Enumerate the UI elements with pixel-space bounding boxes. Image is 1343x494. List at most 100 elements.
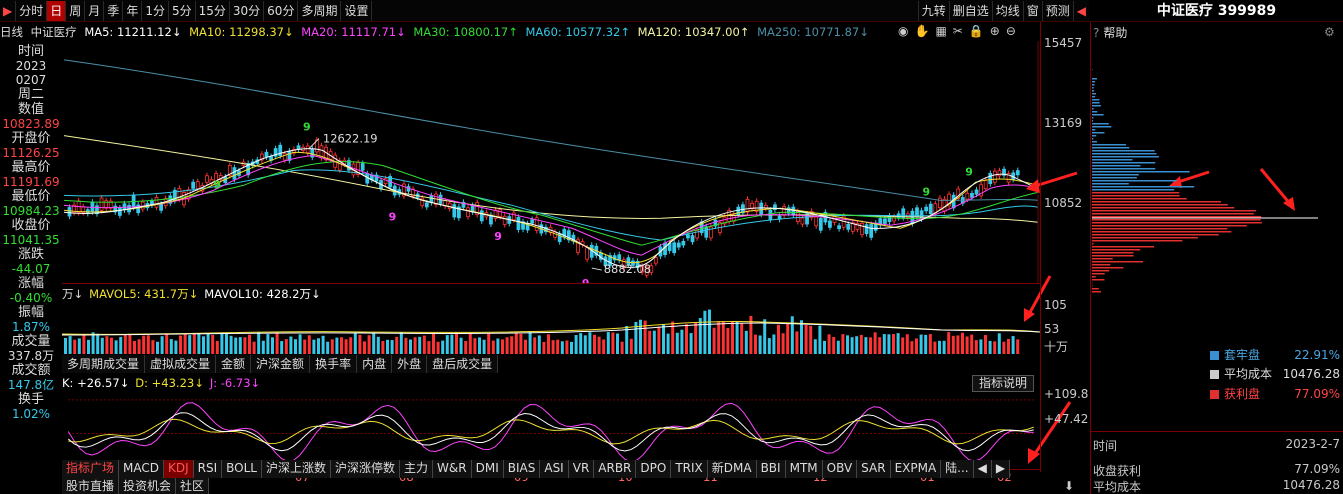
chip-bar	[1092, 141, 1097, 143]
chip-bar	[1092, 156, 1159, 158]
scroll-right-icon[interactable]: ▶	[991, 459, 1011, 478]
period-tab-5min[interactable]: 5分	[169, 0, 196, 21]
forecast-button[interactable]: 预测	[1041, 1, 1073, 21]
tab-wr[interactable]: W&R	[433, 459, 472, 478]
tab-arbr[interactable]: ARBR	[594, 459, 637, 478]
chip-bar	[1092, 105, 1101, 107]
tab-outer[interactable]: 外盘	[392, 355, 428, 373]
tab-dmi[interactable]: DMI	[471, 459, 504, 478]
tab-mtm[interactable]: MTM	[785, 459, 823, 478]
lock-icon[interactable]: 🔒	[969, 24, 984, 38]
chip-bar	[1092, 198, 1187, 200]
period-tab-month[interactable]: 月	[85, 0, 105, 21]
hand-icon[interactable]: ✋	[914, 24, 929, 38]
indicator-help-button[interactable]: 指标说明	[972, 375, 1034, 392]
tab-amount[interactable]: 金额	[216, 355, 252, 373]
tab-dpo[interactable]: DPO	[636, 459, 672, 478]
tab-expma[interactable]: EXPMA	[890, 459, 942, 478]
tab-bbi[interactable]: BBI	[756, 459, 786, 478]
nav-live[interactable]: 股市直播	[62, 477, 120, 494]
period-tab-quarter[interactable]: 季	[104, 0, 124, 21]
tab-inner[interactable]: 内盘	[357, 355, 393, 373]
tab-turnover[interactable]: 换手率	[310, 355, 358, 373]
tab-macd[interactable]: MACD	[119, 459, 164, 478]
period-tab-1min[interactable]: 1分	[142, 0, 169, 21]
volume-bar	[712, 327, 716, 354]
settings-button[interactable]: 设置	[341, 0, 373, 21]
tab-after-hours-volume[interactable]: 盘后成交量	[427, 355, 499, 373]
volume-bar	[942, 340, 946, 354]
tab-bias[interactable]: BIAS	[503, 459, 541, 478]
volume-bar	[1007, 338, 1010, 354]
chip-bar	[1092, 153, 1157, 155]
period-tab-30min[interactable]: 30分	[230, 0, 265, 21]
volume-bar	[892, 334, 895, 354]
tab-hs-limit-count[interactable]: 沪深涨停数	[331, 459, 401, 478]
volume-bar	[850, 337, 854, 354]
collapse-icon[interactable]: ◀	[1072, 1, 1089, 21]
nine-turn-button[interactable]: 九转	[917, 1, 949, 21]
tab-virtual-volume[interactable]: 虚拟成交量	[145, 355, 217, 373]
kdj-legend-bar: K: +26.57↓ D: +43.23↓ J: -6.73↓	[62, 375, 1040, 391]
zoom-in-icon[interactable]: ⊕	[990, 24, 1000, 38]
volume-bar	[938, 340, 941, 354]
chip-bar	[1092, 246, 1155, 248]
chart-toggle-icon[interactable]: ▶	[0, 0, 17, 21]
time-label: 时间	[17, 44, 44, 59]
window-button[interactable]: 窗	[1022, 1, 1042, 21]
tab-asi[interactable]: ASI	[540, 459, 569, 478]
period-tab-fenshi[interactable]: 分时	[16, 0, 48, 21]
tab-main-force[interactable]: 主力	[400, 459, 434, 478]
tab-hs-amount[interactable]: 沪深金额	[251, 355, 311, 373]
volume-bar	[961, 332, 964, 354]
gear-icon[interactable]: ⚙	[1324, 25, 1335, 39]
candle-body	[942, 198, 947, 212]
tab-indicator-square[interactable]: 指标广场	[62, 459, 120, 478]
candle-body	[860, 222, 864, 236]
candle-body	[502, 215, 507, 225]
kdj-d-value: D: +43.23↓	[135, 376, 204, 390]
volume-bar	[859, 334, 863, 354]
candle-body	[846, 223, 851, 230]
tab-obv[interactable]: OBV	[822, 459, 858, 478]
period-tab-15min[interactable]: 15分	[196, 0, 230, 21]
candlestick-chart[interactable]: 12622.19 8882.08 9 9 9 9 9 9 9	[62, 41, 1040, 284]
period-tab-year[interactable]: 年	[123, 0, 143, 21]
volume-bar	[602, 339, 606, 354]
period-tab-day[interactable]: 日	[47, 0, 67, 21]
period-tab-multi[interactable]: 多周期	[298, 0, 342, 21]
tab-more[interactable]: 陆...	[941, 459, 974, 478]
tab-multi-period-volume[interactable]: 多周期成交量	[62, 355, 146, 373]
tab-new-dma[interactable]: 新DMA	[707, 459, 757, 478]
nav-opportunity[interactable]: 投资机会	[119, 477, 177, 494]
remove-watchlist-button[interactable]: 删自选	[948, 1, 992, 21]
volume-bar	[496, 338, 500, 354]
tab-kdj[interactable]: KDJ	[164, 459, 194, 478]
chip-bar	[1092, 192, 1180, 194]
eye-icon[interactable]: ◉	[898, 24, 908, 38]
volume-bar	[179, 335, 182, 354]
volume-bar	[680, 329, 684, 354]
chip-bar	[1092, 84, 1095, 86]
scissors-icon[interactable]: ✂	[953, 24, 963, 38]
scroll-left-icon[interactable]: ◀	[973, 459, 992, 478]
chip-bar	[1092, 228, 1228, 230]
candle-body	[938, 197, 942, 209]
period-tab-60min[interactable]: 60分	[264, 0, 299, 21]
volume-bar	[804, 324, 808, 354]
tab-rsi[interactable]: RSI	[193, 459, 223, 478]
tab-trix[interactable]: TRIX	[671, 459, 708, 478]
volume-bar	[468, 333, 472, 354]
tab-hs-up-count[interactable]: 沪深上涨数	[262, 459, 332, 478]
ma-lines-button[interactable]: 均线	[991, 1, 1023, 21]
chip-bar	[1092, 135, 1097, 137]
help-link[interactable]: ? 帮助	[1093, 24, 1127, 41]
nav-community[interactable]: 社区	[176, 477, 210, 494]
tab-sar[interactable]: SAR	[857, 459, 891, 478]
tab-boll[interactable]: BOLL	[222, 459, 262, 478]
period-tab-week[interactable]: 周	[66, 0, 86, 21]
download-icon[interactable]: ⬇	[1064, 479, 1074, 493]
zoom-out-icon[interactable]: ⊖	[1006, 24, 1016, 38]
tab-vr[interactable]: VR	[568, 459, 595, 478]
grid-icon[interactable]: ▦	[935, 24, 946, 38]
